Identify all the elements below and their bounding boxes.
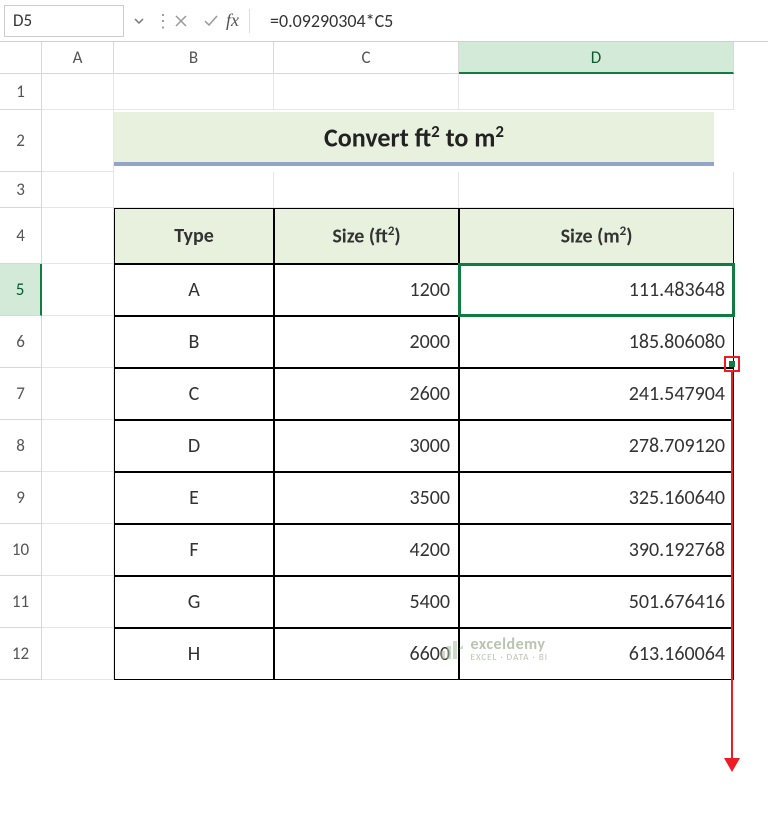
confirm-icon[interactable] [196,5,226,37]
table-cell-ft[interactable]: 6600 [274,628,459,680]
table-cell-ft[interactable]: 1200 [274,264,459,316]
row-header-3[interactable]: 3 [0,172,42,208]
table-cell-m[interactable]: 501.676416 [459,576,734,628]
fx-label[interactable]: fx [226,10,247,31]
cancel-icon[interactable] [166,5,196,37]
fill-handle-highlight [724,356,740,372]
name-box[interactable]: D5 [4,5,124,37]
row-header-6[interactable]: 6 [0,316,42,368]
cell[interactable] [42,576,114,628]
table-header-size-m[interactable]: Size (m2) [459,208,734,264]
row-header-8[interactable]: 8 [0,420,42,472]
table-cell-ft[interactable]: 3500 [274,472,459,524]
cell-reference: D5 [13,10,32,31]
table-cell-type[interactable]: D [114,420,274,472]
cell[interactable] [42,110,114,172]
chart-icon [439,639,465,661]
row-header-10[interactable]: 10 [0,524,42,576]
row-header-12[interactable]: 12 [0,628,42,680]
table-cell-ft[interactable]: 3000 [274,420,459,472]
cell[interactable] [42,368,114,420]
formula-input[interactable]: =0.09290304*C5 [252,10,764,32]
row-header-4[interactable]: 4 [0,208,42,264]
table-header-type[interactable]: Type [114,208,274,264]
cell[interactable] [274,74,459,110]
cell[interactable] [42,628,114,680]
cell[interactable] [42,208,114,264]
table-cell-type[interactable]: F [114,524,274,576]
divider [249,9,250,33]
cell[interactable] [114,74,274,110]
title-cell[interactable]: Convert ft2 to m2 [114,112,714,166]
table-cell-ft[interactable]: 4200 [274,524,459,576]
cell[interactable] [459,172,734,208]
table-cell-type[interactable]: H [114,628,274,680]
cell[interactable] [42,420,114,472]
row-header-1[interactable]: 1 [0,74,42,110]
table-cell-m[interactable]: 241.547904 [459,368,734,420]
table-cell-ft[interactable]: 5400 [274,576,459,628]
col-header-c[interactable]: C [274,42,459,74]
col-header-b[interactable]: B [114,42,274,74]
table-cell-type[interactable]: E [114,472,274,524]
row-header-9[interactable]: 9 [0,472,42,524]
cell[interactable] [459,74,734,110]
table-cell-ft[interactable]: 2600 [274,368,459,420]
table-cell-type[interactable]: A [114,264,274,316]
watermark: exceldemy EXCEL · DATA · BI [439,637,548,662]
row-header-2[interactable]: 2 [0,110,42,172]
row-header-5[interactable]: 5 [0,264,42,316]
cell[interactable] [114,172,274,208]
col-header-a[interactable]: A [42,42,114,74]
watermark-sub: EXCEL · DATA · BI [471,653,548,662]
page-title: Convert ft2 to m2 [324,121,504,154]
selected-cell-d5[interactable]: 111.483648 [459,264,734,316]
separator: ⋮ [154,10,166,32]
table-cell-m[interactable]: 390.192768 [459,524,734,576]
cell[interactable] [42,316,114,368]
table-cell-type[interactable]: C [114,368,274,420]
cell[interactable] [42,74,114,110]
cell[interactable] [42,172,114,208]
name-box-dropdown[interactable] [124,15,154,27]
spreadsheet-grid: A B C D 1 2 3 4 5 6 7 8 9 10 11 12 Conve… [0,42,768,680]
autofill-arrow-icon [731,372,733,770]
table-cell-ft[interactable]: 2000 [274,316,459,368]
row-header-7[interactable]: 7 [0,368,42,420]
table-cell-m[interactable]: 185.806080 [459,316,734,368]
cell[interactable] [274,172,459,208]
table-cell-type[interactable]: G [114,576,274,628]
table-header-size-ft[interactable]: Size (ft2) [274,208,459,264]
table-cell-m[interactable]: 278.709120 [459,420,734,472]
cell[interactable] [42,264,114,316]
cell[interactable] [42,524,114,576]
select-all-corner[interactable] [0,42,42,74]
cell[interactable] [42,472,114,524]
watermark-brand: exceldemy [471,637,548,653]
table-cell-type[interactable]: B [114,316,274,368]
row-header-11[interactable]: 11 [0,576,42,628]
col-header-d[interactable]: D [459,42,734,74]
formula-bar: D5 ⋮ fx =0.09290304*C5 [0,0,768,42]
table-cell-m[interactable]: 325.160640 [459,472,734,524]
